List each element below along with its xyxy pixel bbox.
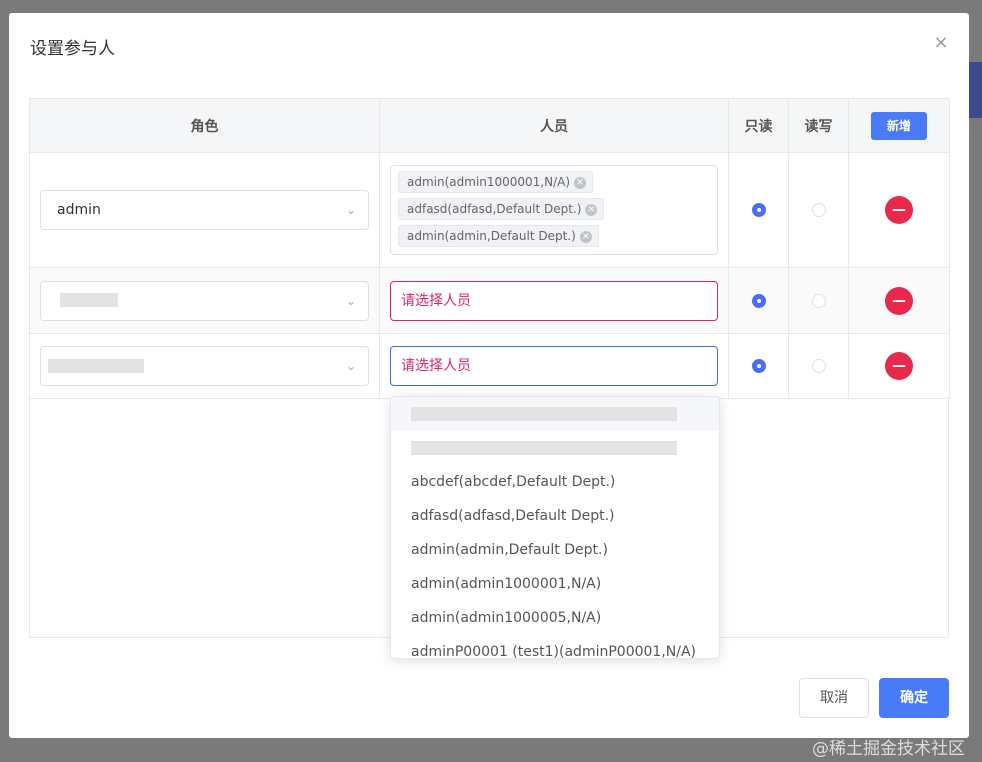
- header-person: 人员: [379, 98, 729, 153]
- person-select-input[interactable]: 请选择人员: [390, 280, 718, 321]
- person-select-input[interactable]: 请选择人员: [390, 346, 718, 386]
- readwrite-cell: [788, 152, 849, 268]
- role-cell: admin ⌄: [29, 152, 380, 268]
- person-cell: 请选择人员: [379, 267, 729, 334]
- delete-row-button[interactable]: —: [885, 352, 913, 380]
- readwrite-cell: [788, 267, 849, 334]
- readonly-radio[interactable]: [751, 203, 766, 217]
- dialog-title: 设置参与人: [30, 39, 115, 59]
- person-tag: admin(admin,Default Dept.) ✕: [398, 225, 599, 247]
- dropdown-option[interactable]: abcdef(abcdef,Default Dept.): [391, 465, 719, 499]
- tag-close-icon[interactable]: ✕: [574, 176, 587, 189]
- add-row-button[interactable]: 新增: [871, 111, 927, 140]
- readonly-cell: [728, 333, 789, 399]
- person-cell: 请选择人员: [379, 333, 729, 399]
- chevron-down-icon: ⌄: [345, 359, 356, 373]
- redacted-role: [48, 359, 144, 373]
- table-row: ⌄ 请选择人员 —: [29, 333, 950, 399]
- chevron-down-icon: ⌄: [345, 203, 356, 217]
- delete-cell: —: [848, 333, 950, 399]
- dropdown-option-redacted[interactable]: [391, 431, 719, 465]
- header-role: 角色: [29, 98, 380, 153]
- redacted-role: [60, 293, 118, 307]
- table-row: admin ⌄ admin(admin1000001,N/A) ✕ adfasd(…: [29, 152, 950, 268]
- redacted-option: [411, 441, 677, 455]
- person-tag: admin(admin1000001,N/A) ✕: [398, 171, 594, 193]
- tag-close-icon[interactable]: ✕: [579, 230, 592, 243]
- header-readwrite: 读写: [788, 98, 849, 153]
- readwrite-radio[interactable]: [811, 293, 826, 308]
- readonly-radio[interactable]: [751, 359, 766, 373]
- person-dropdown: abcdef(abcdef,Default Dept.) adfasd(adfa…: [390, 396, 720, 659]
- confirm-button[interactable]: 确定: [879, 678, 949, 718]
- readonly-radio[interactable]: [751, 293, 766, 308]
- table-header-row: 角色 人员 只读 读写 新增: [29, 98, 950, 153]
- person-tag-label: admin(admin,Default Dept.): [407, 229, 576, 243]
- readonly-cell: [728, 267, 789, 334]
- person-tag: adfasd(adfasd,Default Dept.) ✕: [398, 198, 605, 220]
- dropdown-option[interactable]: adminP00001 (test1)(adminP00001,N/A): [391, 635, 719, 658]
- header-readonly: 只读: [728, 98, 789, 153]
- backdrop-accent: [969, 62, 982, 118]
- tag-close-icon[interactable]: ✕: [585, 203, 598, 216]
- participants-table: 角色 人员 只读 读写 新增 admin ⌄ admin(admin100000…: [29, 98, 950, 399]
- readwrite-radio[interactable]: [811, 359, 826, 373]
- role-select-value: admin: [57, 202, 101, 218]
- delete-cell: —: [848, 152, 950, 268]
- dropdown-option[interactable]: admin(admin1000005,N/A): [391, 601, 719, 635]
- watermark: @稀土掘金技术社区: [812, 739, 965, 759]
- participants-dialog: 设置参与人 × 角色 人员 只读 读写 新增 admin ⌄ admin(adm…: [9, 13, 969, 738]
- readonly-cell: [728, 152, 789, 268]
- chevron-down-icon: ⌄: [345, 293, 356, 308]
- person-multiselect[interactable]: admin(admin1000001,N/A) ✕ adfasd(adfasd,D…: [390, 165, 718, 255]
- role-cell: ⌄: [29, 267, 380, 334]
- person-cell: admin(admin1000001,N/A) ✕ adfasd(adfasd,D…: [379, 152, 729, 268]
- delete-cell: —: [848, 267, 950, 334]
- dropdown-option[interactable]: admin(admin1000001,N/A): [391, 567, 719, 601]
- table-row: ⌄ 请选择人员 —: [29, 267, 950, 334]
- delete-row-button[interactable]: —: [885, 196, 913, 224]
- cancel-button[interactable]: 取消: [799, 678, 869, 718]
- delete-row-button[interactable]: —: [885, 286, 913, 315]
- dropdown-option[interactable]: admin(admin,Default Dept.): [391, 533, 719, 567]
- person-tag-label: admin(admin1000001,N/A): [407, 175, 571, 189]
- readwrite-radio[interactable]: [811, 203, 826, 217]
- header-add-cell: 新增: [848, 98, 950, 153]
- dropdown-option-redacted[interactable]: [391, 397, 719, 431]
- redacted-option: [411, 407, 677, 421]
- close-icon[interactable]: ×: [933, 34, 949, 52]
- person-tag-label: adfasd(adfasd,Default Dept.): [407, 202, 582, 216]
- role-cell: ⌄: [29, 333, 380, 399]
- dropdown-option[interactable]: adfasd(adfasd,Default Dept.): [391, 499, 719, 533]
- role-select[interactable]: admin ⌄: [40, 190, 369, 230]
- readwrite-cell: [788, 333, 849, 399]
